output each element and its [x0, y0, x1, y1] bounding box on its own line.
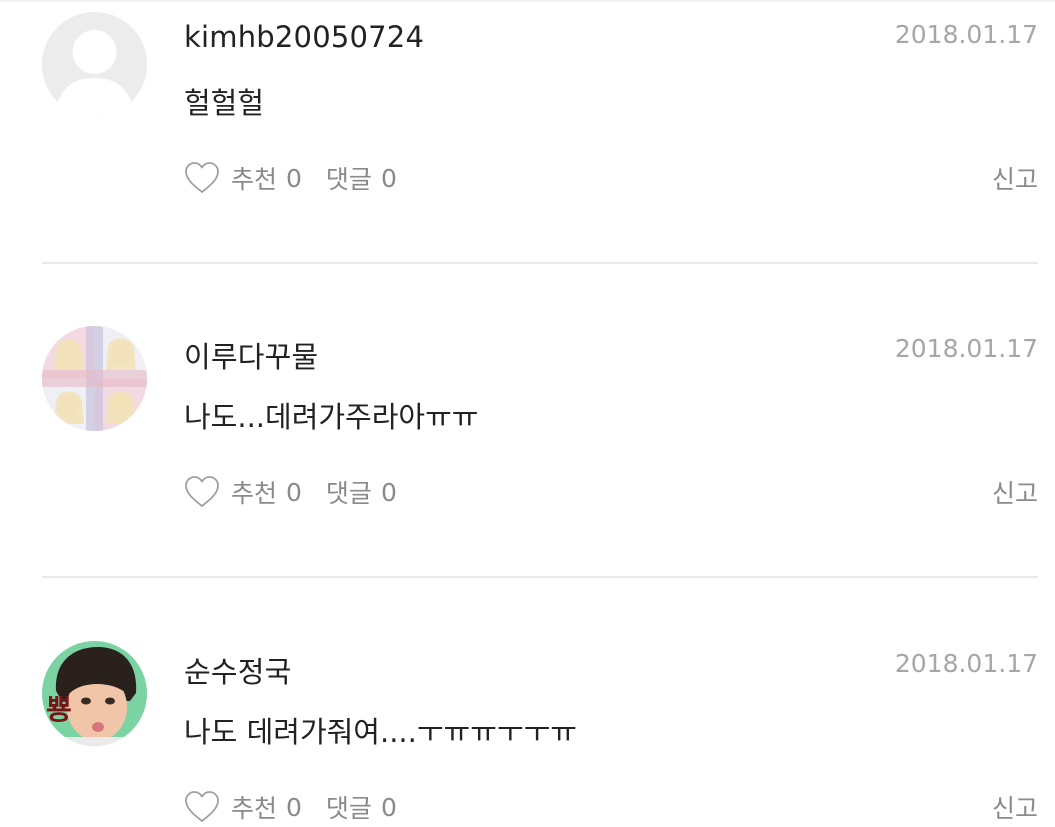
comment-date: 2018.01.17: [894, 20, 1038, 49]
reply-label: 댓글: [325, 165, 372, 194]
comment-text: 헐헐헐: [184, 86, 265, 120]
like-button[interactable]: 추천 0: [183, 788, 302, 826]
avatar-photo-collage[interactable]: [42, 326, 147, 431]
like-count: 0: [286, 477, 302, 507]
comment-divider: [42, 576, 1038, 578]
report-button[interactable]: 신고: [992, 474, 1038, 510]
reply-button[interactable]: 댓글 0: [326, 789, 397, 825]
avatar-overlay-text: 뿅: [46, 693, 72, 726]
comment-date: 2018.01.17: [894, 649, 1038, 678]
reply-count: 0: [380, 477, 397, 507]
heart-icon: [185, 162, 219, 193]
like-count: 0: [286, 163, 302, 193]
like-label: 추천: [231, 794, 278, 823]
comment-item: 뿅 순수정국 2018.01.17 나도 데려가줘여....ㅜㅠㅠㅜㅜㅠ 추천 …: [0, 629, 1055, 823]
reply-count: 0: [380, 792, 397, 822]
comment-actions: 추천 0 댓글 0: [183, 787, 397, 827]
comment-item: 이루다꾸물 2018.01.17 나도...데려가주라아ㅠㅠ 추천 0 댓글 0…: [0, 314, 1055, 628]
reply-label: 댓글: [325, 794, 372, 823]
reply-button[interactable]: 댓글 0: [326, 474, 397, 510]
comment-username[interactable]: 이루다꾸물: [184, 334, 318, 376]
comment-item: kimhb20050724 2018.01.17 헐헐헐 추천 0 댓글 0 신…: [0, 0, 1055, 314]
like-label: 추천: [231, 165, 278, 194]
reply-button[interactable]: 댓글 0: [326, 160, 397, 196]
report-button[interactable]: 신고: [992, 160, 1038, 196]
avatar-default-icon[interactable]: [42, 12, 147, 117]
avatar-face-photo[interactable]: 뿅: [42, 641, 147, 746]
comment-date: 2018.01.17: [894, 334, 1038, 363]
like-button[interactable]: 추천 0: [183, 159, 302, 197]
report-button[interactable]: 신고: [992, 789, 1038, 825]
user-silhouette-icon: [42, 12, 147, 117]
comment-username[interactable]: 순수정국: [184, 649, 292, 691]
comment-text: 나도 데려가줘여....ㅜㅠㅠㅜㅜㅠ: [184, 715, 577, 749]
face-photo-image: 뿅: [42, 641, 147, 746]
comment-divider: [42, 262, 1038, 264]
reply-count: 0: [380, 163, 397, 193]
photo-collage-image: [42, 326, 147, 431]
reply-label: 댓글: [325, 479, 372, 508]
comment-actions: 추천 0 댓글 0: [183, 472, 397, 512]
comment-actions: 추천 0 댓글 0: [183, 158, 397, 198]
heart-icon: [185, 791, 219, 822]
like-button[interactable]: 추천 0: [183, 473, 302, 511]
like-label: 추천: [231, 479, 278, 508]
heart-icon: [185, 476, 219, 507]
like-count: 0: [286, 792, 302, 822]
comment-username[interactable]: kimhb20050724: [184, 20, 424, 54]
comment-text: 나도...데려가주라아ㅠㅠ: [184, 400, 479, 434]
